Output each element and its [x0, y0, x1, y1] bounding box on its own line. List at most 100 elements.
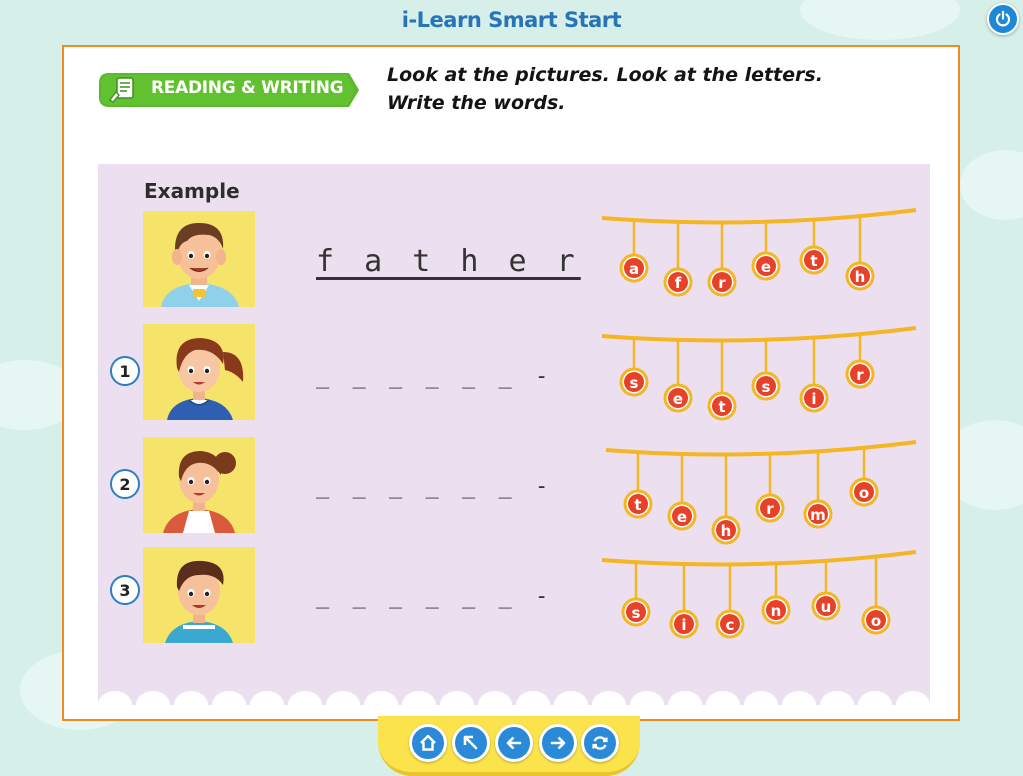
letter-tile: e: [663, 340, 693, 413]
example-label: Example: [144, 179, 240, 203]
letter-garland: s i c n u o: [601, 550, 917, 639]
scallop-edge: [212, 691, 246, 705]
power-icon: [995, 10, 1011, 27]
letter-tile: i: [799, 338, 829, 413]
scallop-edge: [326, 691, 360, 705]
power-button[interactable]: [987, 3, 1019, 35]
father-portrait: [143, 211, 255, 307]
example-answer: f a t h e r: [316, 244, 581, 279]
scallop-edge: [402, 691, 436, 705]
letter-tile: t: [707, 341, 737, 421]
letter-garland: a f r e t h: [601, 208, 917, 297]
letter-tile: e: [667, 454, 697, 531]
scallop-edge: [136, 691, 170, 705]
arrow-up-left-icon: [463, 735, 478, 750]
letter: e: [761, 258, 771, 276]
instructions: Look at the pictures. Look at the letter…: [387, 61, 907, 117]
instruction-line-2: Write the words.: [387, 92, 566, 114]
scallop-edge: [782, 691, 816, 705]
answer-blanks[interactable]: _ _ _ _ _ _ -: [316, 474, 548, 499]
refresh-button[interactable]: [581, 724, 619, 762]
letter: r: [718, 274, 726, 292]
letter: r: [766, 500, 774, 518]
letter-tile: c: [715, 565, 745, 639]
letter: r: [856, 366, 864, 384]
letter: h: [855, 268, 866, 286]
letter-tile: n: [761, 565, 791, 625]
cousin-portrait: [143, 547, 255, 643]
scallop-edge: [744, 691, 778, 705]
letter: o: [871, 612, 881, 630]
scallop-edge: [554, 691, 588, 705]
letter: u: [821, 598, 832, 616]
letter: i: [811, 390, 816, 408]
letter: h: [721, 522, 732, 540]
letter: t: [718, 398, 725, 416]
next-button[interactable]: [539, 724, 577, 762]
section-badge-label: READING & WRITING: [151, 78, 344, 98]
letter-tile: t: [799, 220, 829, 275]
scallop-edge: [706, 691, 740, 705]
letter-tile: h: [845, 216, 875, 291]
letter: s: [630, 374, 639, 392]
letter-tile: u: [811, 562, 841, 621]
answer-blanks[interactable]: _ _ _ _ _ _ -: [316, 584, 548, 609]
item-number: 3: [110, 575, 140, 605]
letter: o: [859, 484, 869, 502]
instruction-line-1: Look at the pictures. Look at the letter…: [387, 64, 823, 86]
scallop-edge: [174, 691, 208, 705]
letter-tile: e: [751, 223, 781, 281]
scallop-edge: [440, 691, 474, 705]
letter-tile: t: [623, 452, 653, 519]
letter-tile: o: [849, 448, 879, 507]
letter-tile: a: [619, 220, 649, 283]
sister-portrait: [143, 324, 255, 420]
arrow-right-icon: [550, 736, 566, 750]
scallop-edge: [592, 691, 626, 705]
letter: c: [726, 616, 735, 634]
letter: t: [634, 496, 641, 514]
arrow-left-icon: [506, 736, 522, 750]
scallop-edge: [478, 691, 512, 705]
letter: i: [681, 616, 686, 634]
letter-tile: f: [663, 222, 693, 297]
letter: s: [762, 378, 771, 396]
scallop-edge: [820, 691, 854, 705]
letter-tile: o: [861, 558, 891, 635]
scallop-edge: [630, 691, 664, 705]
letter-tile: h: [711, 455, 741, 545]
home-icon: [420, 734, 436, 751]
exercise-frame: READING & WRITING Look at the pictures. …: [62, 45, 960, 721]
letter-tile: r: [755, 455, 785, 523]
background-cloud: [960, 150, 1023, 220]
letter: m: [810, 506, 826, 524]
letter-garland: s e t s i r: [601, 326, 917, 421]
refresh-icon: [592, 736, 608, 750]
answer-blanks[interactable]: _ _ _ _ _ _ -: [316, 364, 548, 389]
letter-tile: r: [845, 334, 875, 389]
home-button[interactable]: [409, 724, 447, 762]
letter-tile: i: [669, 564, 699, 639]
scallop-edge: [858, 691, 892, 705]
scallop-edge: [364, 691, 398, 705]
letter-garland: t e h r m o: [605, 440, 917, 545]
scallop-edge: [288, 691, 322, 705]
scallop-edge: [668, 691, 702, 705]
letter: t: [810, 252, 817, 270]
back-to-menu-button[interactable]: [452, 724, 490, 762]
letter-tile: s: [621, 562, 651, 627]
item-number: 1: [110, 356, 140, 386]
letter: e: [677, 508, 687, 526]
item-number: 2: [110, 469, 140, 499]
exercise-panel: Example f a t h e r 1 _ _ _ _ _ _ - 2 _ …: [98, 164, 930, 705]
letter-tile: m: [803, 452, 833, 529]
letter-tile: s: [619, 338, 649, 397]
scallop-edge: [250, 691, 284, 705]
letter-tile: r: [707, 223, 737, 297]
mother-portrait: [143, 437, 255, 533]
letter: s: [632, 604, 641, 622]
previous-button[interactable]: [495, 724, 533, 762]
scallop-edge: [98, 691, 132, 705]
reading-writing-icon: [109, 77, 134, 103]
letter: f: [675, 274, 682, 292]
